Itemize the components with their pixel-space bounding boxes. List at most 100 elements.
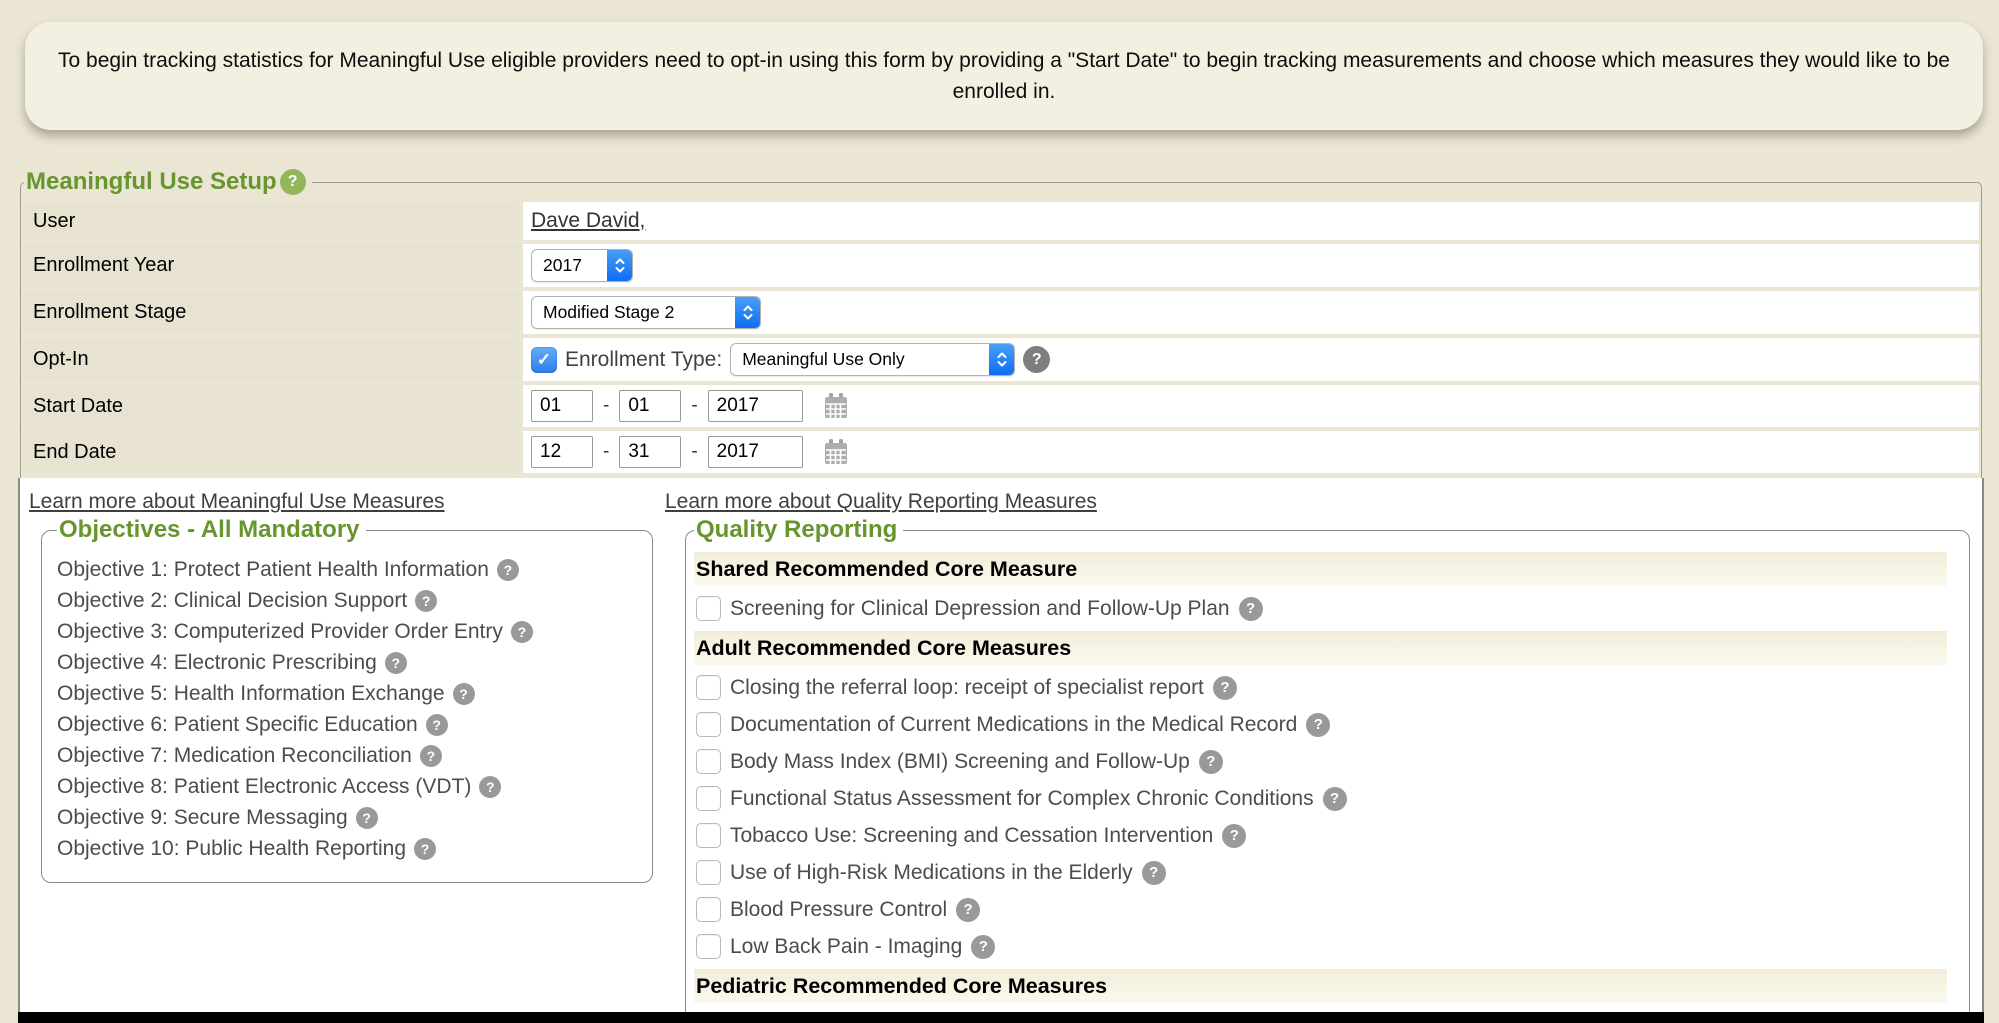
end-date-value: - - bbox=[523, 431, 1979, 473]
objective-item-label: Objective 1: Protect Patient Health Info… bbox=[57, 558, 489, 582]
enrollment-year-label: Enrollment Year bbox=[23, 244, 519, 287]
setup-help-icon[interactable]: ? bbox=[280, 169, 306, 195]
user-row-value: Dave David, bbox=[523, 202, 1979, 240]
end-date-day-input[interactable] bbox=[619, 436, 681, 468]
objectives-list: Objective 1: Protect Patient Health Info… bbox=[57, 554, 642, 864]
end-date-calendar-icon[interactable] bbox=[823, 438, 849, 466]
opt-in-checkbox[interactable]: ✓ bbox=[531, 347, 557, 373]
enrollment-type-selected: Meaningful Use Only bbox=[731, 344, 989, 375]
measure-checkbox[interactable] bbox=[696, 675, 721, 700]
measure-checkbox[interactable] bbox=[696, 712, 721, 737]
objective-item: Objective 10: Public Health Reporting? bbox=[57, 833, 642, 864]
enrollment-stage-selected: Modified Stage 2 bbox=[532, 297, 735, 328]
end-date-month-input[interactable] bbox=[531, 436, 593, 468]
help-icon[interactable]: ? bbox=[1199, 750, 1223, 774]
help-icon[interactable]: ? bbox=[1142, 861, 1166, 885]
help-icon[interactable]: ? bbox=[385, 652, 407, 674]
qr-measure-item: Blood Pressure Control? bbox=[694, 891, 1969, 928]
help-icon[interactable]: ? bbox=[453, 683, 475, 705]
start-date-year-input[interactable] bbox=[708, 390, 803, 422]
help-icon[interactable]: ? bbox=[420, 745, 442, 767]
enrollment-year-value: 2017 bbox=[523, 244, 1979, 287]
objectives-column: Learn more about Meaningful Use Measures… bbox=[27, 488, 663, 883]
help-icon[interactable]: ? bbox=[511, 621, 533, 643]
help-icon[interactable]: ? bbox=[497, 559, 519, 581]
date-separator: - bbox=[691, 395, 697, 417]
learn-more-qr-link[interactable]: Learn more about Quality Reporting Measu… bbox=[665, 490, 1097, 514]
enrollment-type-label: Enrollment Type: bbox=[565, 348, 722, 372]
help-icon[interactable]: ? bbox=[356, 807, 378, 829]
help-icon[interactable]: ? bbox=[414, 838, 436, 860]
help-icon[interactable]: ? bbox=[479, 776, 501, 798]
measure-label: Low Back Pain - Imaging bbox=[730, 935, 962, 959]
start-date-day-input[interactable] bbox=[619, 390, 681, 422]
objective-item-label: Objective 3: Computerized Provider Order… bbox=[57, 620, 503, 644]
help-icon[interactable]: ? bbox=[971, 935, 995, 959]
quality-reporting-fieldset: Quality Reporting Shared Recommended Cor… bbox=[685, 516, 1970, 1023]
enrollment-type-help-icon[interactable]: ? bbox=[1023, 346, 1050, 373]
measure-label: Closing the referral loop: receipt of sp… bbox=[730, 676, 1204, 700]
window-bottom-edge bbox=[18, 1012, 1984, 1023]
qr-section-header: Pediatric Recommended Core Measures bbox=[694, 969, 1947, 1003]
measures-content-box: Learn more about Meaningful Use Measures… bbox=[18, 478, 1984, 1023]
objectives-fieldset: Objectives - All Mandatory Objective 1: … bbox=[41, 516, 653, 883]
measure-checkbox[interactable] bbox=[696, 596, 721, 621]
qr-section-header: Adult Recommended Core Measures bbox=[694, 631, 1947, 665]
objective-item-label: Objective 8: Patient Electronic Access (… bbox=[57, 775, 471, 799]
help-icon[interactable]: ? bbox=[956, 898, 980, 922]
measure-checkbox[interactable] bbox=[696, 749, 721, 774]
opt-in-value: ✓ Enrollment Type: Meaningful Use Only ? bbox=[523, 338, 1979, 381]
quality-reporting-column: Learn more about Quality Reporting Measu… bbox=[663, 488, 1982, 1023]
measure-checkbox[interactable] bbox=[696, 934, 721, 959]
objective-item-label: Objective 9: Secure Messaging bbox=[57, 806, 348, 830]
help-icon[interactable]: ? bbox=[1222, 824, 1246, 848]
learn-more-mu-link[interactable]: Learn more about Meaningful Use Measures bbox=[29, 490, 445, 514]
help-icon[interactable]: ? bbox=[1239, 597, 1263, 621]
objective-item: Objective 3: Computerized Provider Order… bbox=[57, 616, 642, 647]
quality-reporting-legend: Quality Reporting bbox=[694, 516, 903, 544]
measure-checkbox[interactable] bbox=[696, 897, 721, 922]
objective-item: Objective 7: Medication Reconciliation? bbox=[57, 740, 642, 771]
objective-item: Objective 6: Patient Specific Education? bbox=[57, 709, 642, 740]
start-date-month-input[interactable] bbox=[531, 390, 593, 422]
measure-checkbox[interactable] bbox=[696, 860, 721, 885]
enrollment-year-select[interactable]: 2017 bbox=[531, 249, 633, 282]
help-icon[interactable]: ? bbox=[415, 590, 437, 612]
qr-measure-item: Functional Status Assessment for Complex… bbox=[694, 780, 1969, 817]
objective-item: Objective 4: Electronic Prescribing? bbox=[57, 647, 642, 678]
qr-measure-item: Screening for Clinical Depression and Fo… bbox=[694, 590, 1969, 627]
objective-item-label: Objective 6: Patient Specific Education bbox=[57, 713, 418, 737]
objective-item-label: Objective 2: Clinical Decision Support bbox=[57, 589, 407, 613]
qr-measure-item: Tobacco Use: Screening and Cessation Int… bbox=[694, 817, 1969, 854]
measure-checkbox[interactable] bbox=[696, 786, 721, 811]
enrollment-stage-select[interactable]: Modified Stage 2 bbox=[531, 296, 761, 329]
user-link[interactable]: Dave David, bbox=[531, 209, 645, 233]
enrollment-type-select[interactable]: Meaningful Use Only bbox=[730, 343, 1015, 376]
objective-item: Objective 2: Clinical Decision Support? bbox=[57, 585, 642, 616]
qr-measure-item: Low Back Pain - Imaging? bbox=[694, 928, 1969, 965]
qr-measure-item: Body Mass Index (BMI) Screening and Foll… bbox=[694, 743, 1969, 780]
date-separator: - bbox=[603, 395, 609, 417]
help-icon[interactable]: ? bbox=[1306, 713, 1330, 737]
measure-checkbox[interactable] bbox=[696, 823, 721, 848]
objective-item: Objective 9: Secure Messaging? bbox=[57, 802, 642, 833]
objective-item-label: Objective 7: Medication Reconciliation bbox=[57, 744, 412, 768]
user-row-label: User bbox=[23, 202, 519, 240]
quality-reporting-list: Shared Recommended Core MeasureScreening… bbox=[694, 552, 1969, 1023]
help-icon[interactable]: ? bbox=[1213, 676, 1237, 700]
help-icon[interactable]: ? bbox=[1323, 787, 1347, 811]
help-icon[interactable]: ? bbox=[426, 714, 448, 736]
measure-label: Functional Status Assessment for Complex… bbox=[730, 787, 1314, 811]
measure-label: Screening for Clinical Depression and Fo… bbox=[730, 597, 1230, 621]
end-date-year-input[interactable] bbox=[708, 436, 803, 468]
measure-label: Tobacco Use: Screening and Cessation Int… bbox=[730, 824, 1213, 848]
meaningful-use-setup-title: Meaningful Use Setup bbox=[26, 168, 277, 196]
qr-measure-item: Use of High-Risk Medications in the Elde… bbox=[694, 854, 1969, 891]
start-date-label: Start Date bbox=[23, 385, 519, 427]
select-stepper-icon bbox=[607, 249, 633, 282]
objective-item-label: Objective 5: Health Information Exchange bbox=[57, 682, 445, 706]
setup-table: User Dave David, Enrollment Year 2017 En… bbox=[23, 202, 1979, 473]
start-date-calendar-icon[interactable] bbox=[823, 392, 849, 420]
opt-in-label: Opt-In bbox=[23, 338, 519, 381]
measure-label: Documentation of Current Medications in … bbox=[730, 713, 1297, 737]
